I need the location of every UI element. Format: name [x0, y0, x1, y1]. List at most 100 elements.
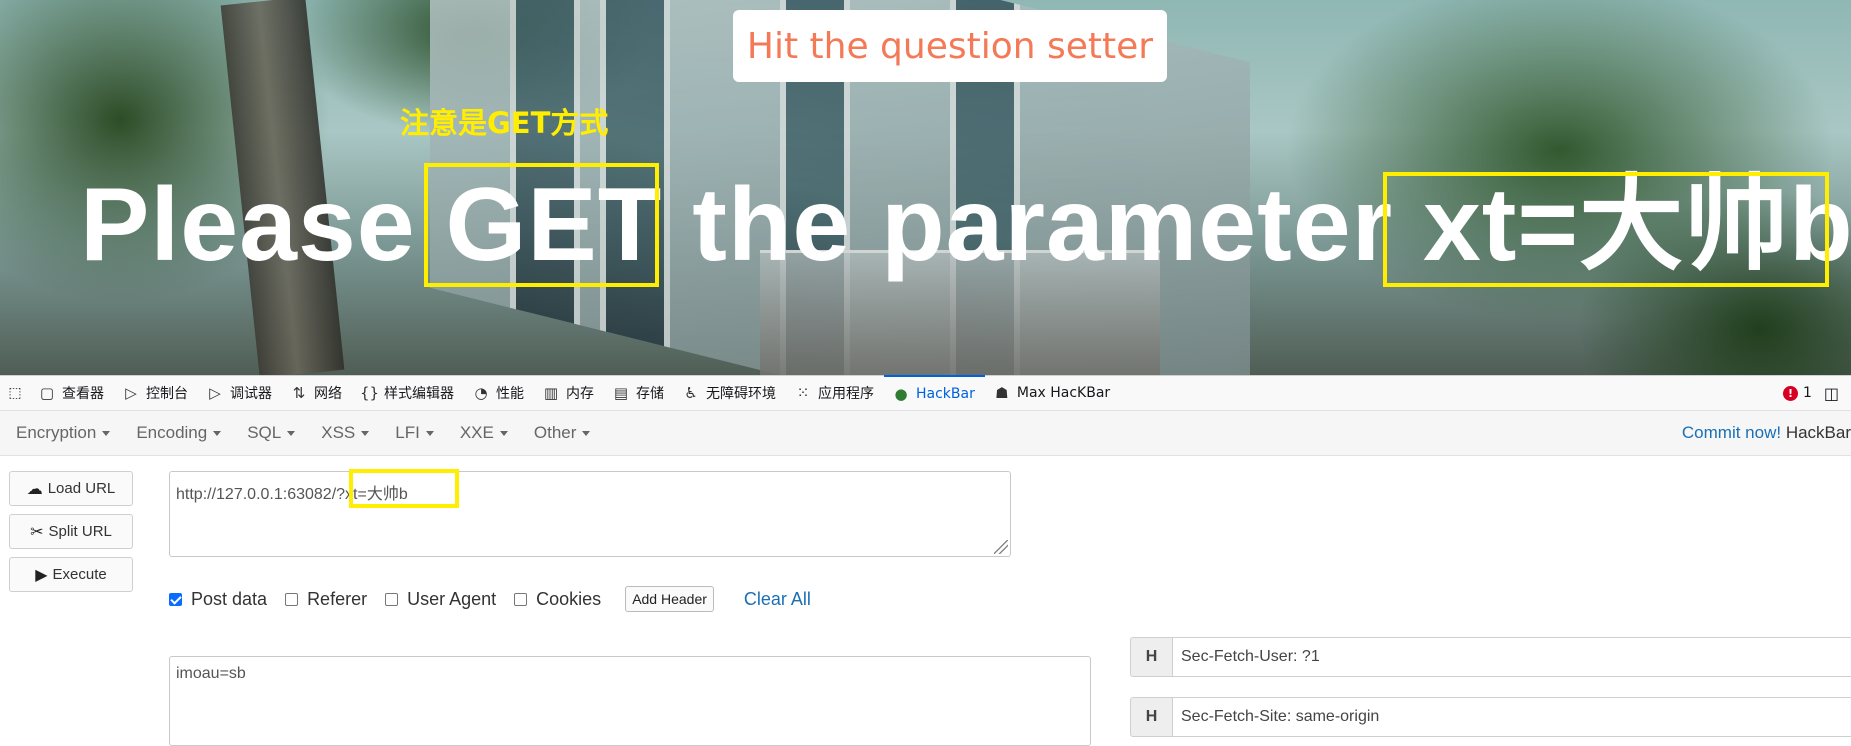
tab-label: Max HacKBar [1016, 385, 1111, 401]
checkbox-icon [285, 592, 299, 606]
menu-label: Other [533, 423, 577, 442]
commit-area: Commit now! HackBar [1682, 423, 1851, 443]
url-textarea[interactable]: http://127.0.0.1:63082/?xt=大帅b [169, 471, 1011, 557]
menu-encryption[interactable]: Encryption [16, 423, 111, 443]
tab-memory[interactable]: ▥ 内存 [534, 375, 604, 411]
tab-accessibility[interactable]: ♿ 无障碍环境 [674, 375, 786, 411]
post-body-value: imoau=sb [176, 665, 246, 682]
referer-checkbox[interactable]: Referer [285, 589, 367, 610]
error-count: 1 [1802, 385, 1812, 401]
accessibility-icon: ♿ [684, 384, 698, 402]
menu-label: SQL [247, 423, 282, 442]
header-type-label: H [1130, 637, 1172, 677]
button-label: Split URL [48, 523, 112, 540]
split-url-button[interactable]: ✂ Split URL [9, 514, 133, 549]
tab-storage[interactable]: ▤ 存储 [604, 375, 674, 411]
cloud-download-icon: ☁ [26, 480, 43, 498]
checkbox-icon [514, 592, 528, 606]
menu-xxe[interactable]: XXE [460, 423, 508, 443]
checkbox-label: Referer [307, 588, 368, 609]
tab-inspector[interactable]: ▢ 查看器 [30, 375, 114, 411]
tab-label: 存储 [636, 386, 664, 402]
hackbar-icon: ● [894, 385, 908, 403]
scissors-icon: ✂ [30, 523, 44, 541]
tab-max-hackbar[interactable]: ☗ Max HacKBar [985, 375, 1120, 411]
performance-icon: ◔ [474, 384, 488, 402]
caret-down-icon [361, 431, 370, 437]
caret-down-icon [582, 431, 591, 437]
menu-lfi[interactable]: LFI [395, 423, 434, 443]
storage-icon: ▤ [613, 384, 629, 402]
commit-link[interactable]: Commit now! [1682, 423, 1781, 442]
execute-button[interactable]: ▶ Execute [9, 557, 133, 592]
post-data-checkbox[interactable]: Post data [169, 589, 267, 610]
hackbar-menu: Encryption Encoding SQL XSS LFI XXE Othe… [0, 411, 1851, 456]
tab-label: 性能 [496, 386, 524, 402]
debugger-icon: ▷ [209, 384, 221, 402]
checkbox-label: Cookies [536, 588, 602, 609]
tab-label: HackBar [916, 386, 975, 402]
cookies-checkbox[interactable]: Cookies [514, 589, 601, 610]
tab-application[interactable]: ⁙ 应用程序 [786, 375, 884, 411]
hackbar-brand: HackBar [1785, 423, 1851, 442]
post-data-textarea[interactable]: imoau=sb [169, 656, 1091, 746]
tab-network[interactable]: ⇅ 网络 [282, 375, 352, 411]
menu-label: Encryption [16, 423, 97, 442]
caret-down-icon [102, 431, 111, 437]
header-input[interactable]: Sec-Fetch-Site: same-origin [1172, 697, 1851, 737]
load-url-button[interactable]: ☁ Load URL [9, 471, 133, 506]
menu-xss[interactable]: XSS [321, 423, 370, 443]
console-icon: ▷ [125, 384, 137, 402]
caret-down-icon [425, 431, 434, 437]
caret-down-icon [499, 431, 508, 437]
menu-label: Encoding [136, 423, 208, 442]
tab-label: 控制台 [146, 386, 188, 402]
button-label: Load URL [47, 480, 116, 497]
get-highlight-box [424, 163, 659, 287]
error-counter[interactable]: ! 1 [1782, 385, 1824, 401]
header-type-label: H [1130, 697, 1172, 737]
menu-encoding[interactable]: Encoding [136, 423, 222, 443]
tab-label: 网络 [314, 386, 342, 402]
user-agent-checkbox[interactable]: User Agent [385, 589, 496, 610]
network-icon: ⇅ [292, 384, 306, 402]
element-picker-icon[interactable]: ⬚ [0, 375, 30, 411]
param-highlight-box [1383, 172, 1829, 287]
tab-label: 查看器 [62, 386, 104, 402]
page-hero: Hit the question setter 注意是GET方式 Please … [0, 0, 1851, 375]
url-param-highlight-box [349, 469, 459, 508]
error-icon: ! [1782, 385, 1798, 401]
header-row: H Sec-Fetch-User: ?1 [1130, 637, 1851, 677]
hackbar-body: ☁ Load URL ✂ Split URL ▶ Execute http://127… [0, 456, 1851, 746]
max-hackbar-icon: ☗ [995, 384, 1009, 402]
add-header-button[interactable]: Add Header [625, 586, 714, 612]
resize-handle-icon[interactable] [994, 540, 1008, 554]
dock-side-icon[interactable]: ◫ [1824, 384, 1851, 403]
button-label: Execute [52, 566, 107, 583]
play-circle-icon: ▶ [35, 566, 48, 584]
caret-down-icon [213, 431, 222, 437]
header-row: H Sec-Fetch-Site: same-origin [1130, 697, 1851, 737]
menu-label: LFI [395, 423, 420, 442]
checkbox-label: User Agent [407, 588, 497, 609]
tab-label: 样式编辑器 [384, 386, 454, 402]
request-options: Post data Referer User Agent Cookies Add… [169, 584, 811, 614]
question-setter-button[interactable]: Hit the question setter [733, 10, 1167, 82]
tab-debugger[interactable]: ▷ 调试器 [198, 375, 282, 411]
tab-performance[interactable]: ◔ 性能 [464, 375, 534, 411]
menu-sql[interactable]: SQL [247, 423, 296, 443]
clear-all-link[interactable]: Clear All [744, 589, 811, 610]
tab-label: 无障碍环境 [706, 386, 776, 402]
header-input[interactable]: Sec-Fetch-User: ?1 [1172, 637, 1851, 677]
hint-text: 注意是GET方式 [400, 106, 609, 140]
menu-label: XSS [321, 423, 356, 442]
menu-other[interactable]: Other [534, 423, 591, 443]
tab-label: 调试器 [230, 386, 272, 402]
headline-part: Please [80, 167, 446, 283]
inspector-icon: ▢ [39, 384, 55, 402]
tab-label: 应用程序 [818, 386, 874, 402]
tab-hackbar[interactable]: ● HackBar [884, 375, 985, 411]
tab-style-editor[interactable]: {} 样式编辑器 [352, 375, 464, 411]
tab-label: 内存 [566, 386, 594, 402]
tab-console[interactable]: ▷ 控制台 [114, 375, 198, 411]
